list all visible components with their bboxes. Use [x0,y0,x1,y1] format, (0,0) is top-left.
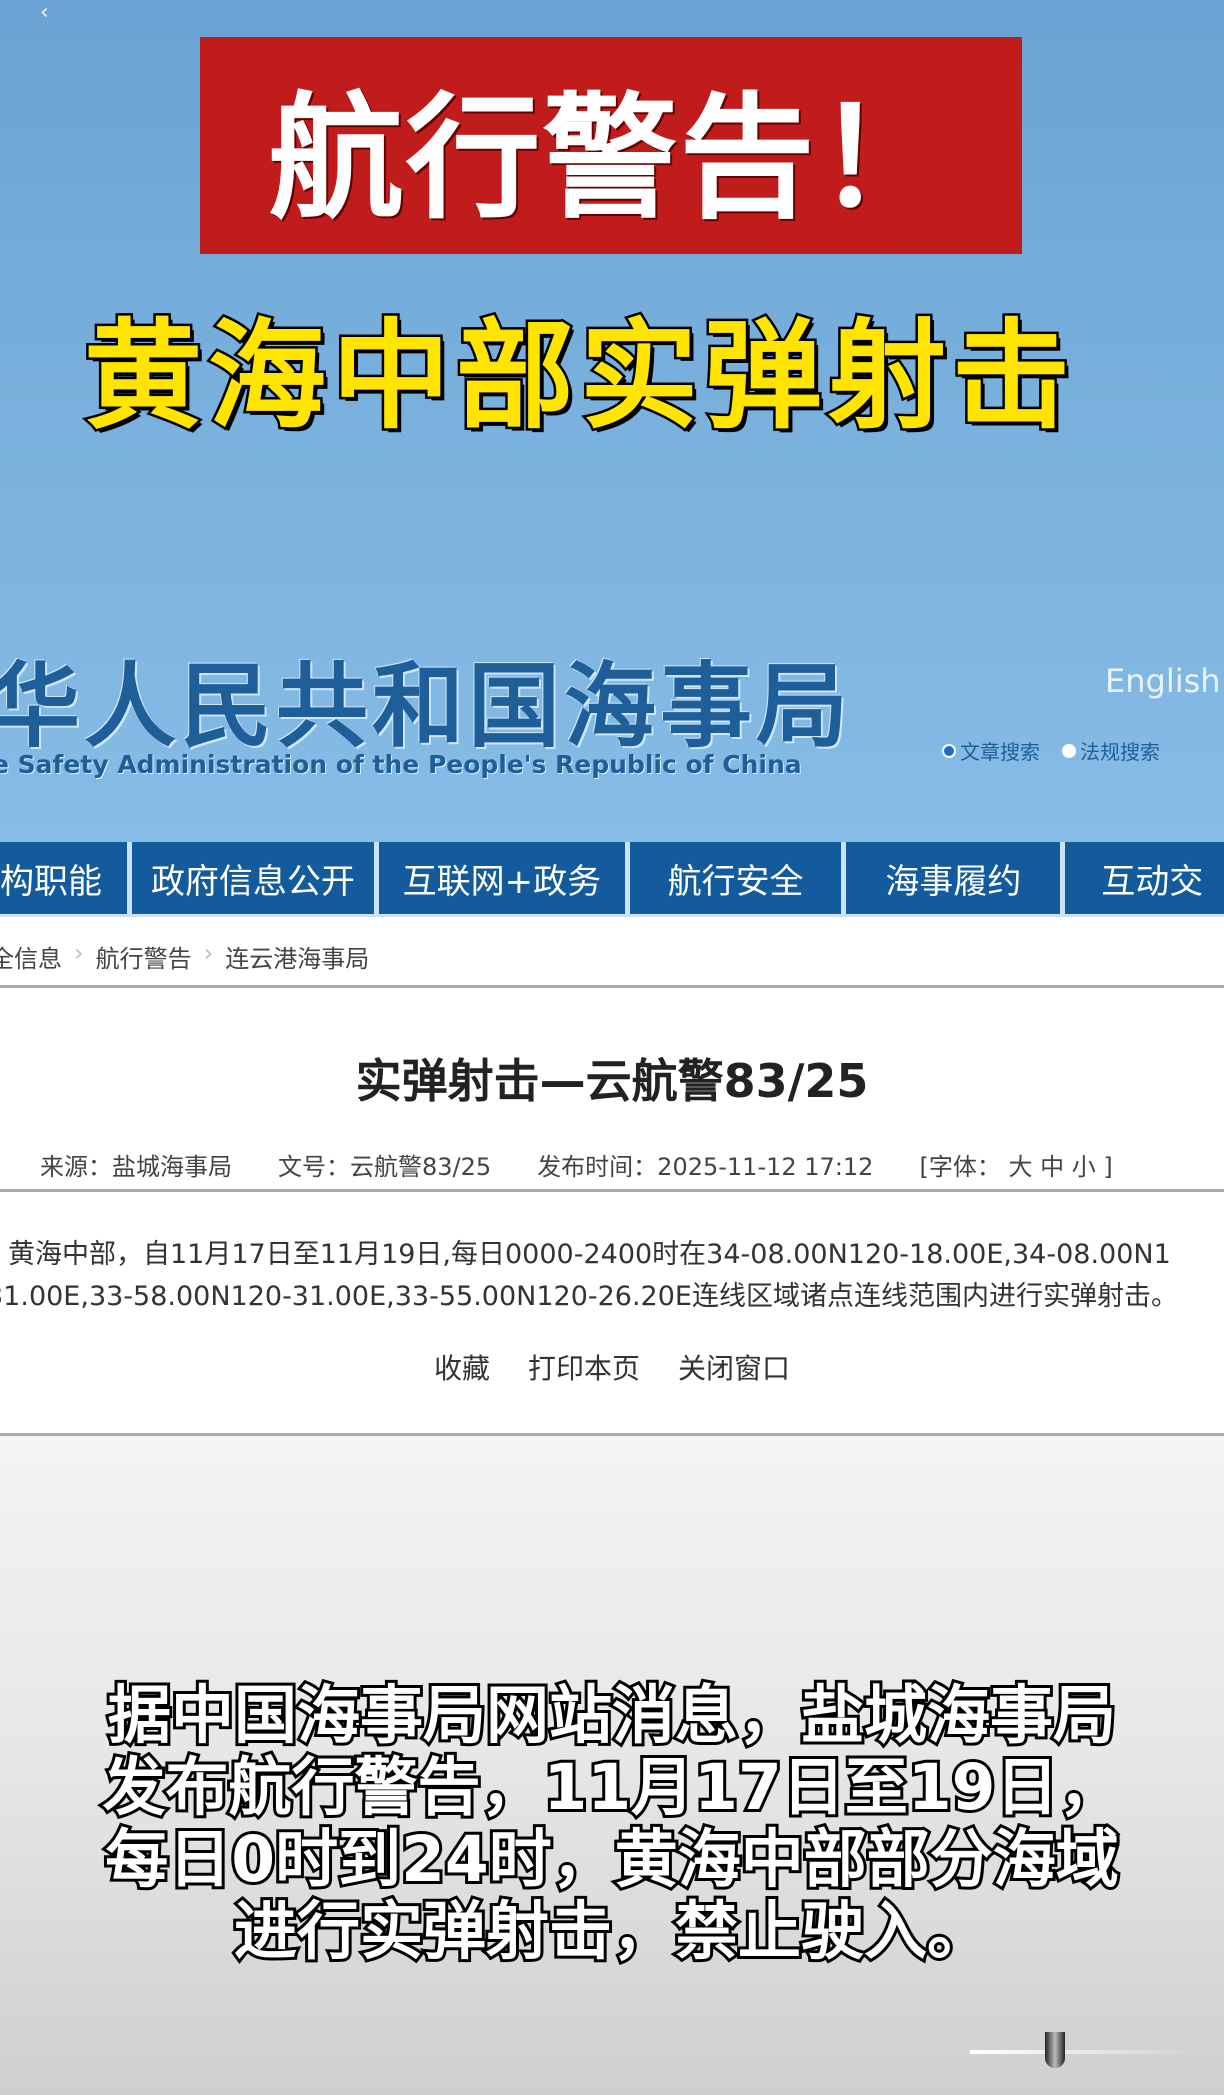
close-window-link[interactable]: 关闭窗口 [678,1347,790,1387]
nav-item-nav-safety[interactable]: 航行安全 [629,842,842,914]
article-body-line: 黄海中部，自11月17日至11月19日,每日0000-2400时在34-08.0… [8,1239,1171,1270]
nav-item-interaction[interactable]: 互动交 [1065,842,1224,914]
subheadline: 黄海中部实弹射击 [81,305,1076,448]
divider [0,1189,1224,1192]
caption-line: 发布航行警告，11月17日至19日， [99,1749,1124,1827]
progress-handle[interactable] [1045,2032,1065,2068]
nav-item-functions[interactable]: 构职能 [0,842,127,914]
back-icon[interactable]: ‹ [40,0,49,25]
english-link[interactable]: English [1105,662,1221,700]
hero-banner: ‹ 航行警告！ 黄海中部实弹射击 华人民共和国海事局 e Safety Admi… [0,0,1224,842]
nav-item-maritime-compliance[interactable]: 海事履约 [846,842,1061,914]
breadcrumb-item[interactable]: 连云港海事局 [225,939,369,974]
article-page: 全信息 › 航行警告 › 连云港海事局 实弹射击—云航警83/25 来源：盐城海事局… [0,917,1224,1436]
breadcrumb-item[interactable]: 全信息 [0,939,62,974]
meta-source: 来源：盐城海事局 [40,1153,232,1181]
caption-line: 据中国海事局网站消息，盐城海事局 [105,1677,1119,1755]
radio-label: 文章搜索 [960,740,1040,764]
nav-item-gov-info[interactable]: 政府信息公开 [131,842,375,914]
caption: 据中国海事局网站消息，盐城海事局 发布航行警告，11月17日至19日， 每日0时… [0,1677,1224,1971]
divider [0,985,1224,988]
nav-item-internet-gov[interactable]: 互联网+政务 [379,842,625,914]
main-nav: 构职能 政府信息公开 互联网+政务 航行安全 海事履约 互动交 [0,842,1224,917]
radio-dot-icon [942,743,956,758]
search-type-options: 文章搜索 法规搜索 [942,736,1160,765]
caption-line: 每日0时到24时，黄海中部部分海域 [102,1821,1122,1899]
favorite-link[interactable]: 收藏 [434,1347,490,1387]
breadcrumb: 全信息 › 航行警告 › 连云港海事局 [0,939,369,974]
radio-law-search[interactable]: 法规搜索 [1062,736,1160,765]
meta-doc-number: 文号：云航警83/25 [278,1153,492,1181]
meta-published: 发布时间：2025-11-12 17:12 [537,1153,874,1181]
radio-article-search[interactable]: 文章搜索 [942,736,1040,765]
progress-track[interactable] [970,2050,1200,2054]
radio-dot-icon [1062,743,1076,758]
headline-box: 航行警告！ [200,37,1022,254]
chevron-right-icon: › [203,939,214,967]
article-actions: 收藏 打印本页 关闭窗口 [0,1347,1224,1387]
print-link[interactable]: 打印本页 [528,1347,640,1387]
article-body-line: 31.00E,33-58.00N120-31.00E,33-55.00N120-… [0,1281,1178,1312]
headline: 航行警告！ [268,77,954,237]
font-size-selector[interactable]: [字体： 大 中 小 ] [919,1147,1112,1182]
chevron-right-icon: › [74,939,84,967]
site-title: 华人民共和国海事局 [0,653,853,760]
breadcrumb-item[interactable]: 航行警告 [96,939,192,974]
caption-line: 进行实弹射击，禁止驶入。 [231,1893,993,1971]
site-subtitle: e Safety Administration of the People's … [0,750,802,779]
article-meta: 来源：盐城海事局 文号：云航警83/25 发布时间：2025-11-12 17:… [40,1147,1113,1182]
article-title: 实弹射击—云航警83/25 [355,1054,869,1108]
radio-label: 法规搜索 [1080,740,1160,764]
